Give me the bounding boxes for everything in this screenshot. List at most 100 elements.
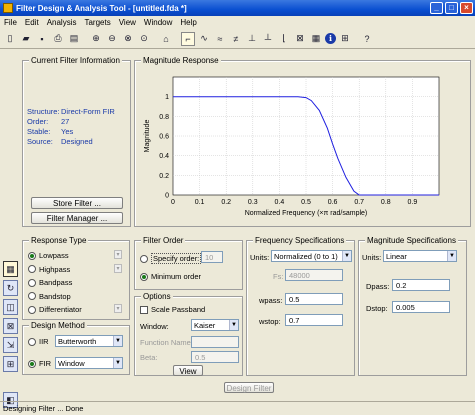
- minimum-order-radio[interactable]: Minimum order: [140, 272, 201, 281]
- filter-manager-button[interactable]: Filter Manager ...: [31, 212, 123, 224]
- magnitude-response-panel: Magnitude Response 0 0.1 0.2 0.3 0.4 0.5 0.6 0.…: [134, 56, 471, 227]
- y-tick-label: 0.2: [159, 173, 169, 180]
- beta-label: Beta:: [140, 353, 158, 362]
- open-folder-icon[interactable]: ▰: [19, 32, 33, 46]
- realize-model-icon[interactable]: ⊞: [3, 356, 18, 372]
- coefficients-icon[interactable]: ▦: [309, 32, 323, 46]
- menu-window[interactable]: Window: [140, 18, 176, 27]
- x-tick-label: 0.6: [328, 199, 338, 206]
- store-filter-button[interactable]: Store Filter ...: [31, 197, 123, 209]
- filter-info-value: 27: [61, 117, 70, 126]
- beta-field[interactable]: 0.5: [191, 351, 239, 363]
- y-axis-label: Magnitude: [144, 120, 151, 153]
- filter-info-key: Stable:: [27, 127, 51, 136]
- minimize-icon[interactable]: _: [430, 2, 443, 14]
- filter-info-row: Stable: Yes: [27, 127, 115, 137]
- fs-field[interactable]: 48000: [285, 269, 343, 281]
- menu-view[interactable]: View: [115, 18, 140, 27]
- phase-response-icon[interactable]: ∿: [197, 32, 211, 46]
- zoom-in-icon[interactable]: ⊕: [89, 32, 103, 46]
- impulse-response-icon[interactable]: ┴: [261, 32, 275, 46]
- filter-info-list: Structure: Direct-Form FIR Order: 27 Stable:…: [27, 107, 115, 147]
- x-tick-label: 0.8: [381, 199, 391, 206]
- iir-type-select[interactable]: Butterworth ▼: [55, 335, 123, 347]
- freq-units-select[interactable]: Normalized (0 to 1) ▼: [271, 250, 352, 262]
- zoom-out-icon[interactable]: ⊖: [105, 32, 119, 46]
- x-tick-label: 0.7: [354, 199, 364, 206]
- frequency-specs-title: Frequency Specifications: [253, 236, 347, 245]
- dstop-field[interactable]: 0.005: [392, 301, 450, 313]
- response-suboption-arrow[interactable]: ▾: [114, 263, 122, 273]
- info-icon[interactable]: ℹ: [325, 33, 336, 44]
- print-preview-icon[interactable]: ▤: [67, 32, 81, 46]
- response-bandpass-radio[interactable]: Bandpass: [28, 276, 126, 290]
- function-name-field[interactable]: [191, 336, 239, 348]
- menu-edit[interactable]: Edit: [21, 18, 43, 27]
- mag-units-select[interactable]: Linear ▼: [383, 250, 457, 262]
- app-icon: [3, 3, 13, 13]
- pole-zero-editor-icon[interactable]: ⊠: [3, 318, 18, 334]
- new-file-icon[interactable]: ▯: [3, 32, 17, 46]
- status-bar: Designing Filter ... Done: [0, 401, 475, 415]
- window-select[interactable]: Kaiser ▼: [191, 319, 239, 331]
- specify-order-radio[interactable]: Specify order:: [140, 253, 202, 264]
- print-icon[interactable]: ⎙: [51, 32, 65, 46]
- group-delay-icon[interactable]: ≠: [229, 32, 243, 46]
- filter-info-row: Structure: Direct-Form FIR: [27, 107, 115, 117]
- wstop-field[interactable]: 0.7: [285, 314, 343, 326]
- response-highpass-radio[interactable]: Highpass ▾: [28, 263, 126, 277]
- transform-icon[interactable]: ↻: [3, 280, 18, 296]
- menu-help[interactable]: Help: [176, 18, 200, 27]
- fir-radio[interactable]: FIR: [28, 359, 51, 368]
- menu-file[interactable]: File: [0, 18, 21, 27]
- response-type-title: Response Type: [29, 236, 89, 245]
- filter-info-key: Source:: [27, 137, 53, 146]
- design-method-title: Design Method: [29, 321, 87, 330]
- cost-icon[interactable]: ⊞: [338, 32, 352, 46]
- whats-this-icon[interactable]: ?: [360, 32, 374, 46]
- phase-delay-icon[interactable]: ⊥: [245, 32, 259, 46]
- response-option-label: Bandstop: [39, 291, 71, 301]
- quantize-icon[interactable]: ◫: [3, 299, 18, 315]
- close-icon[interactable]: ×: [460, 2, 473, 14]
- zoom-fit-icon[interactable]: ⊙: [137, 32, 151, 46]
- view-button[interactable]: View: [173, 365, 203, 376]
- y-tick-label: 0.6: [159, 134, 169, 141]
- wpass-label: wpass:: [259, 296, 283, 305]
- zoom-x-icon[interactable]: ⊗: [121, 32, 135, 46]
- import-icon[interactable]: ⇲: [3, 337, 18, 353]
- x-axis-label: Normalized Frequency (×π rad/sample): [245, 210, 368, 217]
- maximize-icon[interactable]: □: [445, 2, 458, 14]
- magnitude-phase-icon[interactable]: ≈: [213, 32, 227, 46]
- response-option-label: Lowpass: [39, 251, 69, 261]
- menu-targets[interactable]: Targets: [80, 18, 114, 27]
- magnitude-response-icon[interactable]: ⌐: [181, 31, 195, 46]
- design-filter-icon[interactable]: ▦: [3, 261, 18, 277]
- pole-zero-icon[interactable]: ⊠: [293, 32, 307, 46]
- save-icon[interactable]: ▪: [35, 32, 49, 46]
- design-filter-button[interactable]: Design Filter: [224, 382, 274, 393]
- response-option-label: Bandpass: [39, 278, 73, 288]
- step-response-icon[interactable]: ⌊: [277, 32, 291, 46]
- dstop-label: Dstop:: [366, 304, 388, 313]
- fs-label: Fs:: [273, 272, 284, 281]
- response-bandstop-radio[interactable]: Bandstop: [28, 290, 126, 304]
- response-lowpass-radio[interactable]: Lowpass ▾: [28, 249, 126, 263]
- fir-type-select[interactable]: Window ▼: [55, 357, 123, 369]
- specify-order-field[interactable]: 10: [201, 251, 223, 263]
- scale-passband-checkbox[interactable]: Scale Passband: [140, 305, 205, 314]
- toolbar-separator: [153, 32, 157, 46]
- current-filter-title: Current Filter Information: [29, 56, 122, 65]
- full-view-icon[interactable]: ⌂: [159, 32, 173, 46]
- dpass-field[interactable]: 0.2: [392, 279, 450, 291]
- response-suboption-arrow[interactable]: ▾: [114, 304, 122, 313]
- mag-units-label: Units:: [362, 253, 382, 262]
- title-bar: Filter Design & Analysis Tool - [untitle…: [0, 0, 475, 16]
- wpass-field[interactable]: 0.5: [285, 293, 343, 305]
- y-tick-label: 0: [165, 193, 169, 200]
- response-differentiator-radio[interactable]: Differentiator ▾: [28, 303, 126, 317]
- menu-analysis[interactable]: Analysis: [43, 18, 81, 27]
- iir-radio[interactable]: IIR: [28, 337, 49, 346]
- response-suboption-arrow[interactable]: ▾: [114, 250, 122, 259]
- response-type-panel: Response Type Lowpass ▾ Highpass ▾ Bandpass B…: [22, 236, 130, 320]
